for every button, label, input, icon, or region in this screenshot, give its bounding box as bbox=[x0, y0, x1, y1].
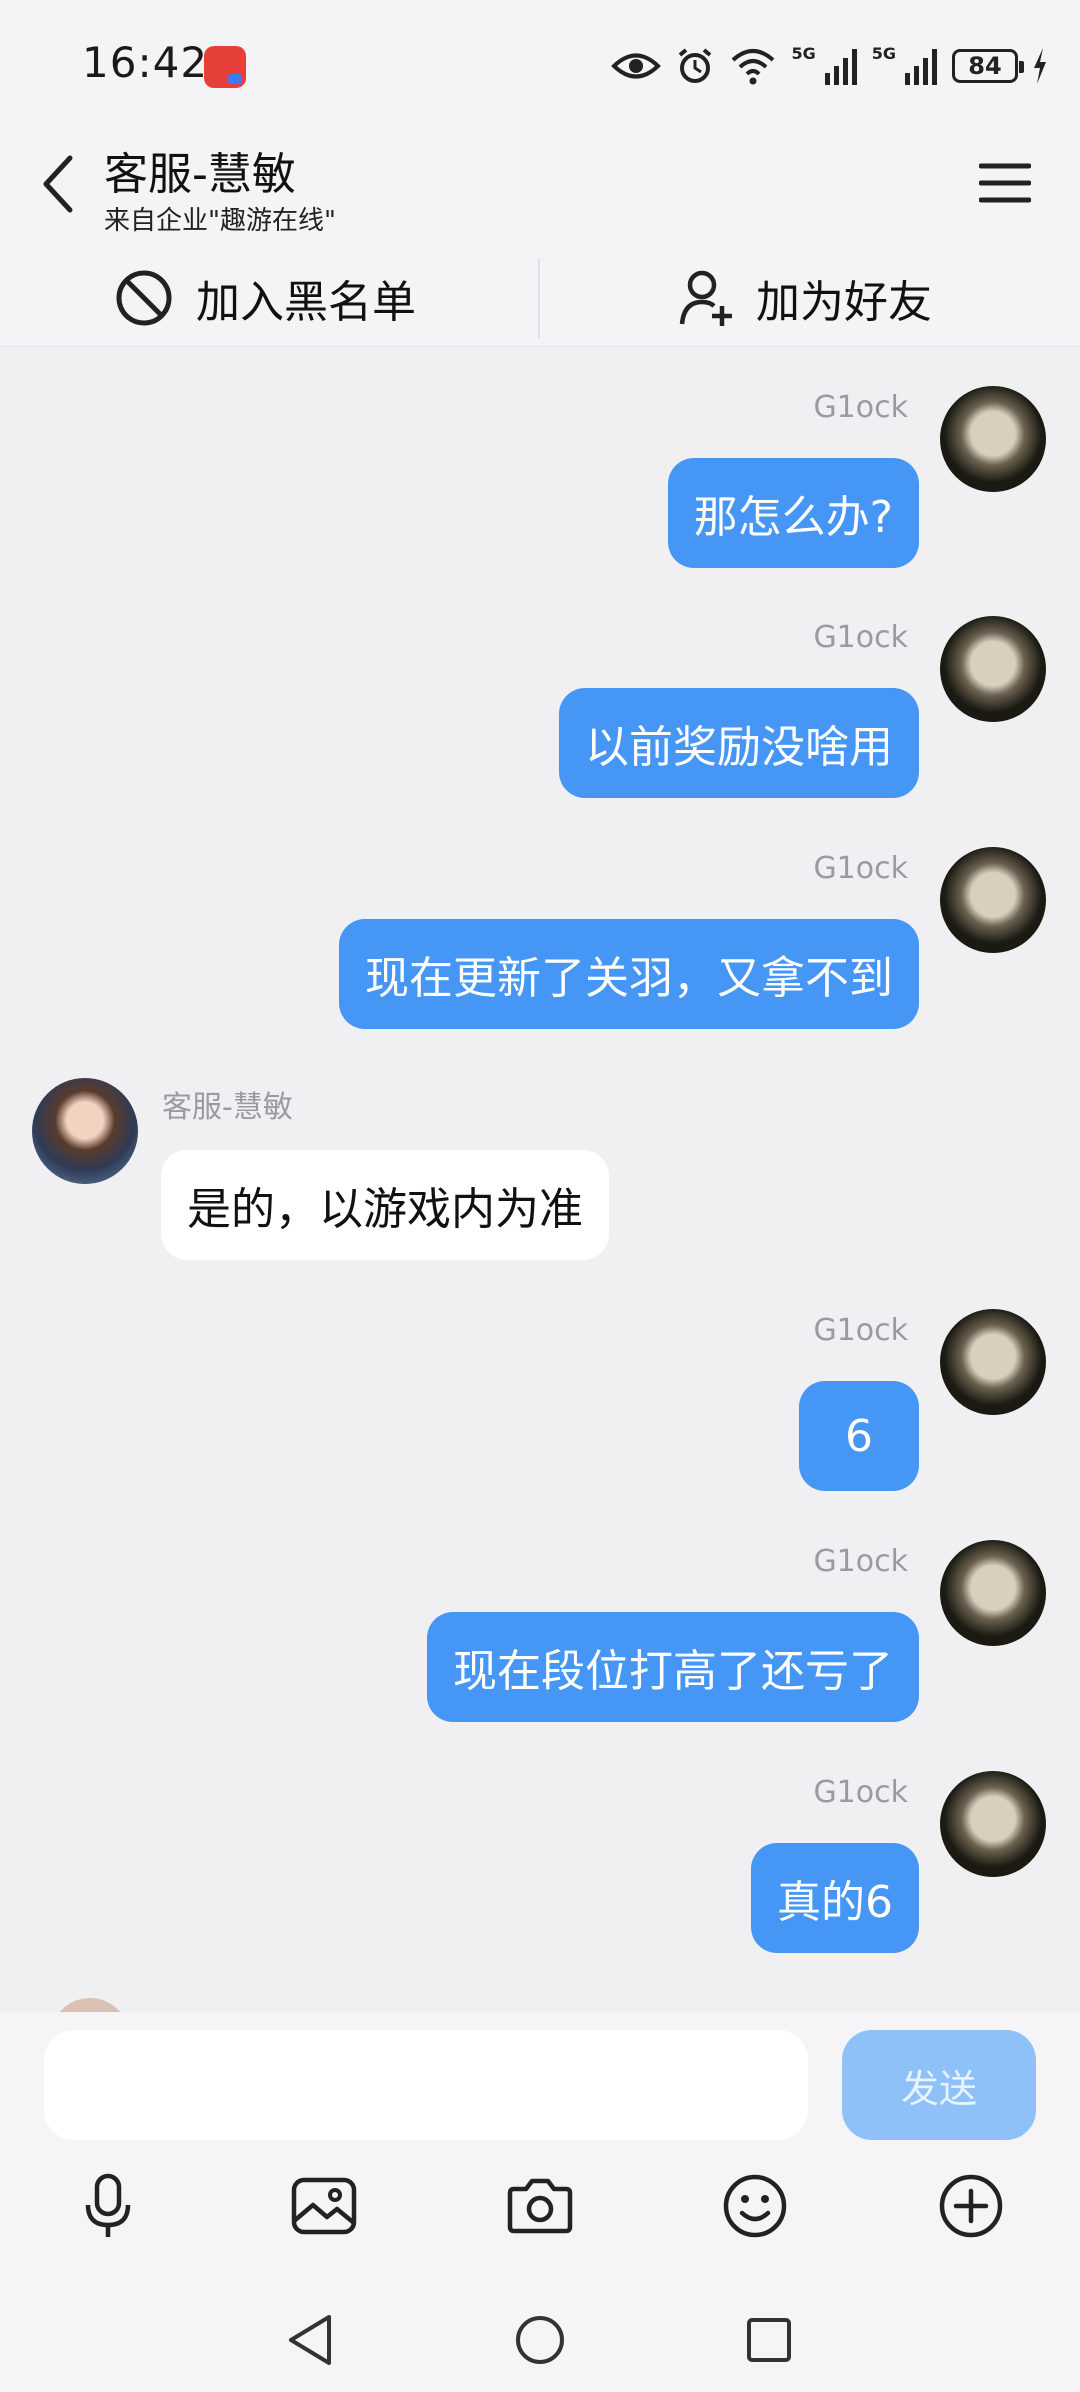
message-bubble-outgoing[interactable]: 现在更新了关羽，又拿不到 bbox=[339, 919, 919, 1029]
square-recents-icon bbox=[747, 2318, 791, 2362]
status-time: 16:42 bbox=[82, 38, 209, 87]
message-bubble-outgoing[interactable]: 以前奖励没啥用 bbox=[559, 688, 919, 798]
sender-name: 客服-慧敏 bbox=[162, 1090, 293, 1125]
message-input[interactable] bbox=[44, 2030, 808, 2140]
battery-level: 84 bbox=[968, 52, 1002, 80]
add-friend-label: 加为好友 bbox=[756, 277, 932, 328]
chevron-left-icon bbox=[43, 155, 73, 213]
user-avatar[interactable] bbox=[940, 386, 1046, 492]
block-button[interactable]: 加入黑名单 bbox=[114, 250, 416, 346]
send-button[interactable]: 发送 bbox=[842, 2030, 1036, 2140]
triangle-back-icon bbox=[289, 2315, 331, 2365]
agent-avatar[interactable] bbox=[32, 1078, 138, 1184]
signal-bars-icon bbox=[905, 49, 937, 85]
menu-button[interactable] bbox=[970, 152, 1040, 214]
action-divider bbox=[538, 258, 540, 338]
user-avatar[interactable] bbox=[940, 616, 1046, 722]
charging-icon bbox=[1034, 48, 1046, 84]
sender-name: G1ock bbox=[813, 390, 908, 425]
page-title: 客服-慧敏 bbox=[104, 149, 296, 200]
image-button[interactable] bbox=[282, 2164, 366, 2248]
camera-icon bbox=[507, 2178, 573, 2234]
nav-recents-button[interactable] bbox=[733, 2304, 805, 2376]
message-bubble-incoming[interactable]: 是的，以游戏内为准 bbox=[161, 1150, 609, 1260]
eye-icon bbox=[611, 53, 662, 79]
emoji-button[interactable] bbox=[713, 2164, 797, 2248]
agent-avatar-partial bbox=[50, 1998, 130, 2012]
wifi-icon bbox=[732, 49, 775, 85]
user-avatar[interactable] bbox=[940, 1309, 1046, 1415]
message-bubble-outgoing[interactable]: 那怎么办? bbox=[667, 458, 919, 568]
emoji-icon bbox=[723, 2174, 787, 2238]
microphone-icon bbox=[85, 2173, 131, 2237]
user-avatar[interactable] bbox=[940, 1771, 1046, 1877]
nav-back-button[interactable] bbox=[274, 2304, 346, 2376]
nav-home-button[interactable] bbox=[504, 2304, 576, 2376]
image-icon bbox=[291, 2177, 357, 2235]
sender-name: G1ock bbox=[813, 851, 908, 886]
message-bubble-outgoing[interactable]: 现在段位打高了还亏了 bbox=[427, 1612, 919, 1722]
camera-button[interactable] bbox=[498, 2164, 582, 2248]
plus-icon bbox=[939, 2174, 1003, 2238]
signal-label-2: 5G bbox=[871, 44, 896, 63]
app-notification-icon bbox=[204, 46, 246, 88]
back-button[interactable] bbox=[28, 148, 88, 220]
message-bubble-outgoing[interactable]: 6 bbox=[799, 1381, 919, 1491]
battery-icon: 84 bbox=[952, 49, 1024, 83]
page-subtitle: 来自企业"趣游在线" bbox=[104, 206, 336, 236]
alarm-icon bbox=[679, 48, 712, 83]
sender-name: G1ock bbox=[813, 620, 908, 655]
add-user-icon bbox=[679, 270, 732, 326]
signal-label-1: 5G bbox=[791, 44, 816, 63]
sender-name: G1ock bbox=[813, 1313, 908, 1348]
user-avatar[interactable] bbox=[940, 847, 1046, 953]
more-button[interactable] bbox=[929, 2164, 1013, 2248]
sender-name: G1ock bbox=[813, 1544, 908, 1579]
add-friend-button[interactable]: 加为好友 bbox=[678, 250, 932, 346]
block-icon bbox=[116, 270, 172, 326]
partial-next-message bbox=[32, 1998, 232, 2012]
circle-home-icon bbox=[516, 2316, 564, 2364]
signal-bars-icon bbox=[824, 49, 857, 85]
menu-icon bbox=[979, 163, 1031, 203]
voice-button[interactable] bbox=[66, 2164, 150, 2248]
user-avatar[interactable] bbox=[940, 1540, 1046, 1646]
status-icons: 5G 5G 84 bbox=[611, 40, 1048, 92]
message-bubble-outgoing[interactable]: 真的6 bbox=[751, 1843, 919, 1953]
block-label: 加入黑名单 bbox=[196, 277, 416, 328]
sender-name: G1ock bbox=[813, 1775, 908, 1810]
